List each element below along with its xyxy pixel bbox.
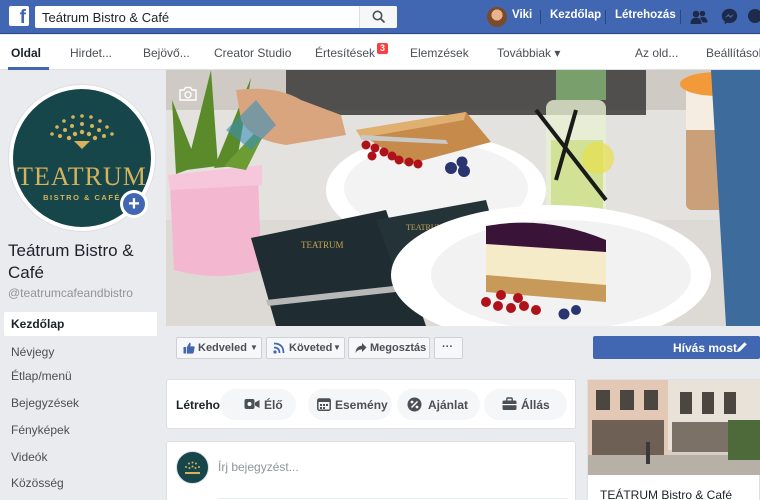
sidebar-item-photos[interactable]: Fényképek [4,418,157,442]
call-now-label: Hívás most [673,341,738,355]
topbar-divider [540,10,541,24]
sidebar-item-videos[interactable]: Videók [4,445,157,469]
go-live-button[interactable]: Élő [220,389,296,420]
sidebar-item-posts[interactable]: Bejegyzések [4,391,157,415]
live-video-icon [244,399,260,409]
create-link[interactable]: Létrehozás [615,9,676,21]
cover-photo[interactable]: TEATRUM TEATRUM [166,70,760,326]
thumbs-up-icon [183,342,195,354]
search-input[interactable]: Teátrum Bistro & Café [42,10,169,25]
topbar-divider [605,10,606,24]
plus-icon: + [123,193,145,215]
composer-divider [218,498,568,499]
offer-percent-icon [407,397,422,412]
chevron-down-icon: ▼ [333,343,341,352]
more-dots-icon: ··· [442,341,453,353]
cover-photo-illustration: TEATRUM TEATRUM [166,70,760,326]
user-avatar[interactable] [487,7,507,27]
logo-wordmark: TEATRUM [17,162,147,191]
tab-settings[interactable]: Beállítások [706,46,760,60]
share-button[interactable]: Megosztás [348,337,430,359]
tab-creator-studio[interactable]: Creator Studio [214,46,291,60]
like-button[interactable]: Kedveled ▼ [176,337,262,359]
sidebar-item-home[interactable]: Kezdőlap [4,312,157,336]
more-options-button[interactable]: ··· [434,337,463,359]
follow-button-label: Követed [289,342,333,354]
fan-dots-logo-mark [50,114,114,149]
sidebar-item-about[interactable]: Névjegy [4,340,157,364]
storefront-illustration [588,380,760,475]
chevron-down-icon: ▼ [250,343,258,352]
friend-requests-icon[interactable] [690,8,708,26]
notifications-globe-icon[interactable] [747,8,760,24]
create-event-button[interactable]: Esemény [308,389,392,420]
tab-page-info[interactable]: Az old... [635,46,678,60]
page-username[interactable]: @teatrumcafeandbistro [8,286,133,300]
about-card[interactable]: TEÁTRUM Bistro & Café [587,379,760,500]
active-tab-indicator [8,67,49,70]
post-composer: Írj bejegyzést... [166,441,576,500]
tab-inbox[interactable]: Bejövő... [143,46,190,60]
search-button[interactable] [359,6,397,28]
user-profile-link[interactable]: Viki [512,9,532,21]
create-event-label: Esemény [335,398,388,412]
topbar-divider [680,10,681,24]
create-job-button[interactable]: Állás [484,389,567,420]
search-icon [372,10,386,24]
share-arrow-icon [355,343,367,353]
tab-more[interactable]: Továbbiak ▾ [497,46,560,60]
tab-notifications[interactable]: Értesítések [315,46,375,60]
sidebar-item-menu[interactable]: Étlap/menü [4,364,157,388]
share-button-label: Megosztás [370,342,427,354]
facebook-logo-icon[interactable]: f [9,6,29,26]
tab-ad-center[interactable]: Hirdet... [70,46,112,60]
create-offer-label: Ajánlat [428,398,469,412]
rss-follow-icon [273,342,285,354]
page-title[interactable]: Teátrum Bistro & Café [8,240,158,284]
search-box[interactable]: Teátrum Bistro & Café [35,6,397,28]
go-live-label: Élő [264,398,283,412]
like-button-label: Kedveled [198,342,247,354]
storefront-photo[interactable] [588,380,760,475]
fan-dots-logo-mark [185,461,200,474]
page-avatar [176,451,209,484]
messenger-icon[interactable] [721,8,738,25]
calendar-icon [317,398,331,411]
sidebar-item-community[interactable]: Közösség [4,471,157,495]
notifications-count-badge: 3 [377,43,388,54]
camera-icon[interactable] [179,86,197,101]
tab-insights[interactable]: Elemzések [410,46,469,60]
write-post-input[interactable]: Írj bejegyzést... [218,460,299,474]
create-panel: Létrehozás Élő Esemény Ajánlat Állás [166,379,576,429]
about-card-title[interactable]: TEÁTRUM Bistro & Café [600,488,732,500]
add-button[interactable]: + [120,190,148,218]
call-now-button[interactable]: Hívás most [593,336,760,359]
follow-button[interactable]: Követed ▼ [266,337,345,359]
home-link[interactable]: Kezdőlap [550,9,601,21]
svg-text:TEATRUM: TEATRUM [301,240,344,250]
top-navigation-bar: f Teátrum Bistro & Café Viki Kezdőlap Lé… [0,0,760,34]
pencil-edit-icon[interactable] [736,341,748,353]
create-job-label: Állás [521,398,550,412]
briefcase-icon [502,397,517,410]
tab-page[interactable]: Oldal [11,46,41,60]
create-offer-button[interactable]: Ajánlat [397,389,480,420]
